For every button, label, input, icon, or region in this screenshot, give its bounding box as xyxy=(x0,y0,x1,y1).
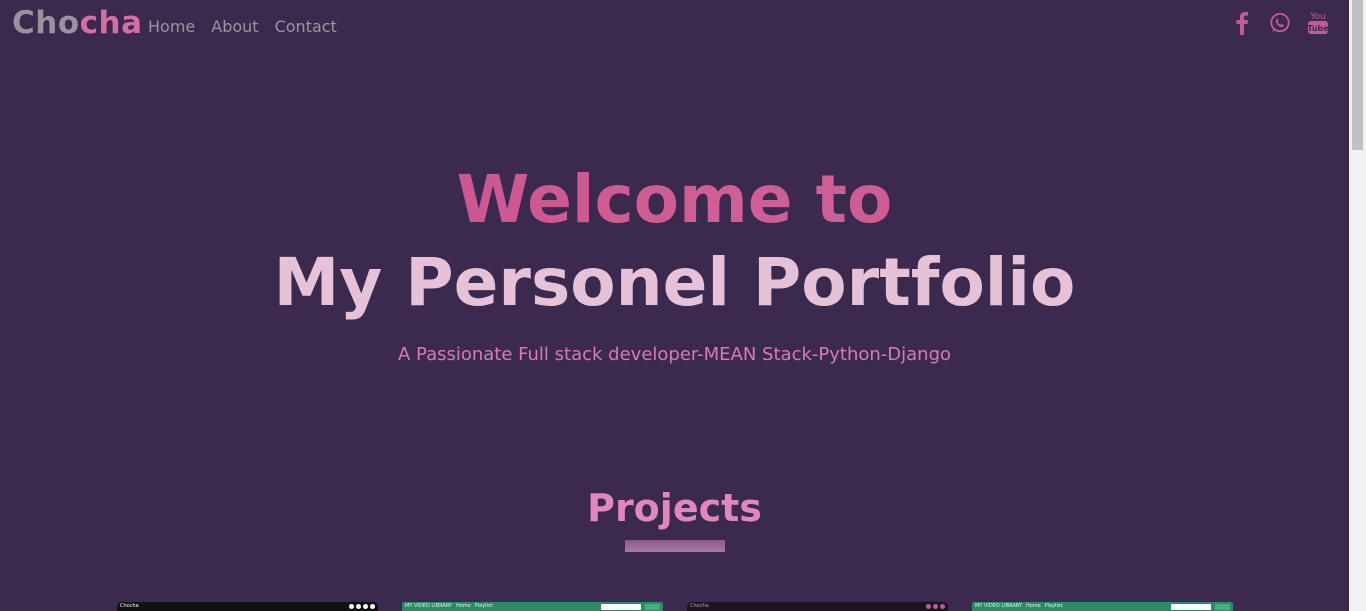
thumbnail-nav-playlist: Playlist xyxy=(474,603,493,609)
thumbnail-search xyxy=(1171,603,1211,610)
thumbnail-navbar: MY VIDEO LIBRARY Home Playlist xyxy=(402,602,663,611)
thumbnail-nav-playlist: Playlist xyxy=(1044,603,1063,609)
nav-link-home[interactable]: Home xyxy=(148,16,195,38)
brand-logo[interactable]: Chocha xyxy=(12,5,143,41)
thumbnail-navbar: Chocha xyxy=(687,602,948,611)
svg-text:You: You xyxy=(1309,12,1326,22)
thumbnail-nav-home: Home xyxy=(455,603,471,609)
brand-part-2: cha xyxy=(79,5,143,41)
thumbnail-navbar: Chocha xyxy=(117,602,378,611)
thumbnail-label: MY VIDEO LIBRARY xyxy=(405,603,452,609)
thumbnail-search-button xyxy=(645,603,660,610)
page: Chocha Home About Contact You Tube Welco… xyxy=(0,0,1366,611)
thumbnail-label: Chocha xyxy=(690,603,709,609)
thumbnail-icons xyxy=(926,604,945,609)
navbar: Chocha Home About Contact You Tube xyxy=(0,0,1349,50)
thumbnail-navbar: MY VIDEO LIBRARY Home Playlist xyxy=(972,602,1233,611)
whatsapp-icon[interactable] xyxy=(1267,10,1293,36)
project-thumbnail-4[interactable]: MY VIDEO LIBRARY Home Playlist xyxy=(972,602,1233,611)
social-links: You Tube xyxy=(1229,10,1331,36)
hero-subtitle: A Passionate Full stack developer-MEAN S… xyxy=(397,344,952,365)
svg-text:Tube: Tube xyxy=(1307,24,1329,33)
nav-links: Home About Contact xyxy=(148,16,337,38)
project-thumbnail-1[interactable]: Chocha xyxy=(117,602,378,611)
thumbnail-search xyxy=(601,603,641,610)
hero-title-line-2: My Personel Portfolio xyxy=(273,244,1076,321)
facebook-icon[interactable] xyxy=(1229,10,1255,36)
hero-title-line-1: Welcome to xyxy=(0,160,1349,240)
youtube-icon[interactable]: You Tube xyxy=(1305,10,1331,36)
brand-part-1: Cho xyxy=(12,5,80,41)
project-thumbnail-2[interactable]: MY VIDEO LIBRARY Home Playlist xyxy=(402,602,663,611)
nav-link-contact[interactable]: Contact xyxy=(275,16,337,38)
projects-title-underline xyxy=(625,540,725,552)
project-thumbnail-3[interactable]: Chocha xyxy=(687,602,948,611)
nav-link-about[interactable]: About xyxy=(211,16,258,38)
thumbnail-label: Chocha xyxy=(120,603,139,609)
thumbnail-label: MY VIDEO LIBRARY xyxy=(975,603,1022,609)
thumbnail-search-button xyxy=(1215,603,1230,610)
vertical-scrollbar[interactable] xyxy=(1349,0,1366,611)
scrollbar-thumb[interactable] xyxy=(1352,0,1363,150)
projects-title: Projects xyxy=(587,486,762,530)
thumbnail-nav-home: Home xyxy=(1025,603,1041,609)
thumbnail-icons xyxy=(349,604,375,609)
